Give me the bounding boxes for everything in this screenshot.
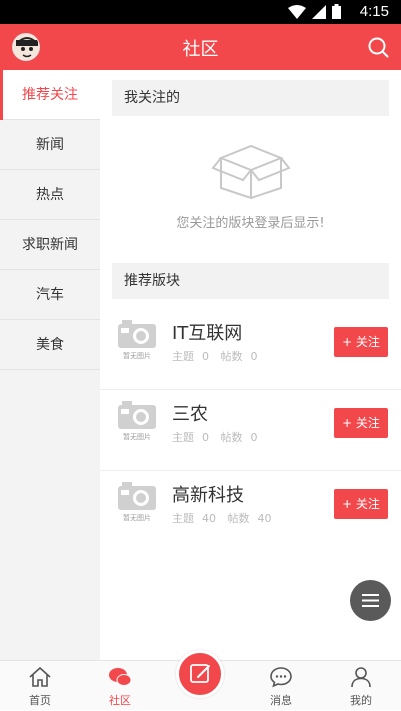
- status-bar: 4:15: [0, 0, 401, 24]
- camera-placeholder-icon: [118, 401, 156, 429]
- topics-label: 主题: [172, 512, 194, 525]
- publish-button[interactable]: [176, 650, 224, 698]
- empty-message: 您关注的版块登录后显示!: [176, 216, 325, 231]
- status-icons: [288, 4, 341, 19]
- board-thumbnail: 暂无图片: [116, 480, 158, 524]
- posts-label: 帖数: [220, 431, 243, 444]
- tab-messages[interactable]: 消息: [241, 661, 321, 711]
- my-following-header: 我关注的: [112, 80, 389, 116]
- tab-home[interactable]: 首页: [0, 661, 80, 711]
- edit-icon: [190, 664, 210, 683]
- topics-label: 主题: [172, 350, 194, 363]
- posts-label: 帖数: [220, 350, 243, 363]
- follow-button[interactable]: + 关注: [334, 408, 388, 438]
- sidebar-item-news[interactable]: 新闻: [0, 120, 100, 170]
- board-name: 三农: [172, 404, 208, 425]
- tab-community-label: 社区: [109, 694, 131, 707]
- empty-box-icon: [210, 144, 291, 200]
- board-row[interactable]: 暂无图片 高新科技 主题 40 帖数 40 + 关注: [100, 472, 401, 552]
- battery-icon: [332, 4, 341, 19]
- main-content: 我关注的 您关注的版块登录后显示! 推荐版块 暂无图片 IT互联网 主题 0 帖…: [100, 70, 401, 660]
- thumbnail-caption: 暂无图片: [123, 352, 151, 360]
- community-icon: [109, 668, 132, 686]
- board-thumbnail: 暂无图片: [116, 399, 158, 443]
- camera-placeholder-icon: [118, 482, 156, 510]
- follow-button[interactable]: + 关注: [334, 489, 388, 519]
- status-time: 4:15: [359, 3, 389, 20]
- recommended-boards-header: 推荐版块: [112, 263, 389, 299]
- tab-home-label: 首页: [29, 694, 51, 707]
- board-row[interactable]: 暂无图片 三农 主题 0 帖数 0 + 关注: [100, 391, 401, 471]
- board-stats: 主题 0 帖数 0: [172, 348, 266, 364]
- floating-menu-button[interactable]: [350, 580, 391, 621]
- board-thumbnail: 暂无图片: [116, 318, 158, 362]
- thumbnail-caption: 暂无图片: [123, 433, 151, 441]
- camera-placeholder-icon: [118, 320, 156, 348]
- board-stats: 主题 0 帖数 0: [172, 429, 266, 445]
- sidebar-item-hot[interactable]: 热点: [0, 170, 100, 220]
- sidebar-item-food[interactable]: 美食: [0, 320, 100, 370]
- thumbnail-caption: 暂无图片: [123, 514, 151, 522]
- sidebar-item-recommended[interactable]: 推荐关注: [0, 70, 100, 120]
- tab-messages-label: 消息: [270, 694, 292, 707]
- board-name: IT互联网: [172, 323, 243, 344]
- page-title: 社区: [182, 39, 219, 60]
- sidebar-item-job-news[interactable]: 求职新闻: [0, 220, 100, 270]
- tab-profile-label: 我的: [350, 694, 372, 707]
- follow-button[interactable]: + 关注: [334, 327, 388, 357]
- message-icon: [270, 667, 292, 688]
- topics-label: 主题: [172, 431, 194, 444]
- tab-community[interactable]: 社区: [80, 661, 160, 711]
- app-header: 社区: [0, 24, 401, 70]
- category-sidebar: 推荐关注 新闻 热点 求职新闻 汽车 美食: [0, 70, 100, 660]
- posts-count: 0: [250, 350, 258, 363]
- empty-state: 您关注的版块登录后显示!: [100, 138, 401, 231]
- search-icon[interactable]: [367, 36, 389, 58]
- board-row[interactable]: 暂无图片 IT互联网 主题 0 帖数 0 + 关注: [100, 310, 401, 390]
- wifi-icon: [288, 4, 306, 19]
- topics-count: 0: [202, 431, 209, 444]
- sidebar-item-cars[interactable]: 汽车: [0, 270, 100, 320]
- profile-icon: [351, 667, 371, 688]
- tab-profile[interactable]: 我的: [321, 661, 401, 711]
- board-name: 高新科技: [172, 485, 244, 506]
- posts-count: 0: [250, 431, 258, 444]
- topics-count: 40: [202, 512, 216, 525]
- posts-count: 40: [257, 512, 272, 525]
- topics-count: 0: [202, 350, 209, 363]
- menu-icon: [362, 594, 379, 607]
- home-icon: [29, 666, 51, 687]
- board-stats: 主题 40 帖数 40: [172, 510, 280, 526]
- posts-label: 帖数: [227, 512, 250, 525]
- signal-icon: [312, 4, 326, 19]
